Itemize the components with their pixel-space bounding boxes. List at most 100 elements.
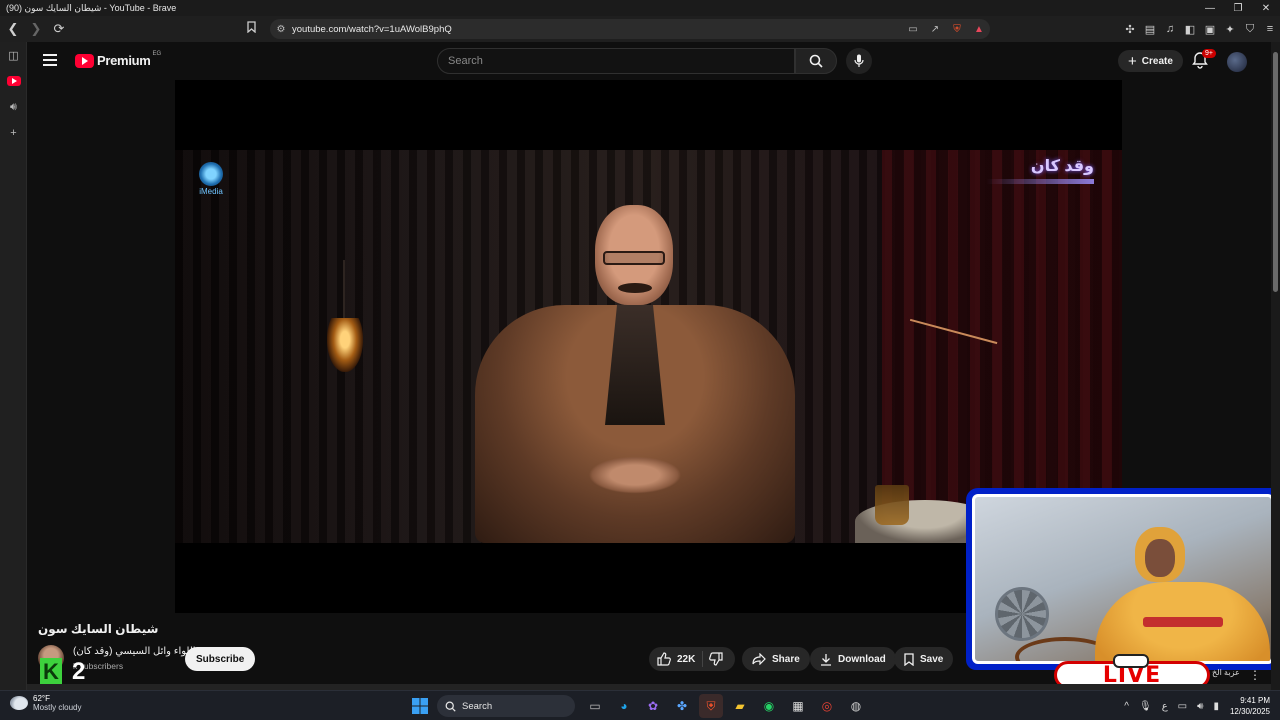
youtube-play-icon: [75, 53, 94, 68]
close-window-button[interactable]: ✕: [1252, 0, 1280, 16]
speaker-figure: [475, 205, 795, 543]
region-code: EG: [152, 50, 162, 57]
account-avatar[interactable]: [1227, 52, 1247, 72]
chrome-icon[interactable]: ◎: [815, 694, 839, 718]
browser-toolbar: ❮ ❯ ⟳ ⚙ youtube.com/watch?v=1uAWolB9phQ …: [0, 16, 1280, 42]
share-page-icon[interactable]: ↗: [924, 24, 946, 35]
window-titlebar: (90) شيطان السايك سون - YouTube - Brave …: [0, 0, 1280, 16]
media-icon[interactable]: ♫: [1160, 23, 1180, 35]
extensions-icon[interactable]: ✣: [1120, 23, 1140, 36]
like-dislike-group: 22K: [649, 647, 735, 671]
clock[interactable]: 9:41 PM 12/30/2025: [1230, 695, 1270, 717]
webcam-overlay: [966, 488, 1280, 670]
like-count: 22K: [677, 653, 696, 665]
network-icon[interactable]: ▭: [1178, 701, 1187, 712]
site-settings-icon[interactable]: ⚙: [270, 24, 292, 35]
copilot-app-icon[interactable]: ✤: [670, 694, 694, 718]
back-button[interactable]: ❮: [3, 19, 23, 39]
plus-icon: +: [1128, 52, 1137, 70]
more-options-icon[interactable]: ⋮: [1249, 668, 1261, 682]
battery-icon[interactable]: ▮: [1213, 701, 1219, 712]
search-icon: [445, 701, 456, 712]
download-button[interactable]: Download: [810, 647, 896, 671]
imedia-watermark: iMedia: [193, 162, 229, 196]
restore-button[interactable]: ❐: [1224, 0, 1252, 16]
page-scrollbar[interactable]: [1271, 42, 1280, 690]
tray-overflow-icon[interactable]: ^: [1124, 701, 1129, 712]
search-box: [437, 48, 795, 74]
forward-button[interactable]: ❯: [26, 19, 46, 39]
cast-icon[interactable]: ▭: [902, 24, 924, 35]
imedia-label: iMedia: [199, 187, 223, 196]
tray-mic-icon[interactable]: 🎙︎: [1139, 701, 1152, 712]
system-tray: ^ 🎙︎ ع ▭ 🔊︎ ▮ 9:41 PM 12/30/2025: [1119, 691, 1280, 720]
volume-icon[interactable]: 🔊︎: [1197, 701, 1203, 712]
sidebar-speaker-icon[interactable]: 🔊︎: [0, 94, 27, 120]
like-button[interactable]: 22K: [649, 651, 703, 667]
store-icon[interactable]: ▦: [786, 694, 810, 718]
url-text: youtube.com/watch?v=1uAWolB9phQ: [292, 23, 452, 35]
weather-description: Mostly cloudy: [33, 703, 82, 712]
imedia-logo-icon: [199, 162, 223, 186]
taskbar-search[interactable]: Search: [437, 695, 575, 717]
tea-cup: [875, 485, 909, 525]
brave-icon[interactable]: ⛨: [699, 694, 723, 718]
reading-list-icon[interactable]: ▤: [1140, 23, 1160, 36]
taskbar-apps: Search ▭ ◕ ✿ ✤ ⛨ ▰ ◉ ▦ ◎ ◍: [408, 694, 873, 718]
create-button[interactable]: + Create: [1118, 50, 1183, 72]
brave-shield-icon[interactable]: ⛨: [946, 24, 968, 35]
address-bar[interactable]: ⚙ youtube.com/watch?v=1uAWolB9phQ ▭ ↗ ⛨ …: [270, 19, 990, 39]
menu-hamburger-icon[interactable]: [43, 54, 57, 66]
bookmark-icon[interactable]: [247, 21, 256, 36]
lamp-stand: [343, 260, 345, 320]
menu-icon[interactable]: ≡: [1260, 23, 1280, 35]
brave-rewards-icon[interactable]: ▲: [968, 24, 990, 35]
gamepad-icon: [1113, 654, 1149, 668]
channel-name[interactable]: اللواء وائل السيسي (وقد كان): [73, 646, 196, 657]
notification-badge: 9+: [1202, 49, 1216, 58]
show-logo: وقد كان: [984, 156, 1094, 184]
dislike-button[interactable]: [703, 652, 735, 666]
youtube-logo[interactable]: Premium EG: [75, 50, 162, 68]
side-panel-text: عزبة الخ: [1212, 668, 1240, 677]
windows-taskbar: 62°F Mostly cloudy Search ▭ ◕ ✿ ✤ ⛨ ▰ ◉ …: [0, 690, 1280, 720]
edge-icon[interactable]: ◕: [612, 694, 636, 718]
minimize-button[interactable]: —: [1196, 0, 1224, 16]
reload-button[interactable]: ⟳: [49, 19, 69, 39]
sidebar-toggle-icon[interactable]: ◧: [1180, 23, 1200, 36]
streamer-figure: [1095, 527, 1270, 661]
save-bookmark-icon: [904, 652, 914, 666]
task-view-icon[interactable]: ▭: [583, 694, 607, 718]
window-title: (90) شيطان السايك سون - YouTube - Brave: [6, 2, 177, 13]
search-input[interactable]: [438, 49, 794, 73]
video-frame: iMedia وقد كان: [175, 150, 1122, 543]
subscribe-button[interactable]: Subscribe: [185, 647, 256, 671]
youtube-header: Premium EG + Create 9+: [27, 42, 1280, 80]
share-label: Share: [772, 653, 800, 665]
leo-ai-icon[interactable]: ✦: [1220, 23, 1240, 36]
create-label: Create: [1141, 55, 1173, 67]
whatsapp-icon[interactable]: ◉: [757, 694, 781, 718]
obs-icon[interactable]: ◍: [844, 694, 868, 718]
wallet-icon[interactable]: ▣: [1200, 23, 1220, 36]
windows-start-icon[interactable]: [408, 694, 432, 718]
voice-search-button[interactable]: [846, 48, 872, 74]
stream-tag-letter: K: [40, 658, 62, 686]
download-label: Download: [838, 653, 886, 665]
input-language[interactable]: ع: [1162, 701, 1168, 712]
share-button[interactable]: Share: [742, 647, 810, 671]
search-button[interactable]: [795, 48, 837, 74]
file-explorer-icon[interactable]: ▰: [728, 694, 752, 718]
cloud-icon: [10, 696, 28, 710]
sidebar-add-icon[interactable]: +: [0, 120, 27, 146]
stream-tag-number: 2: [72, 658, 86, 685]
clock-date: 12/30/2025: [1229, 707, 1270, 716]
scrollbar-thumb[interactable]: [1273, 52, 1278, 292]
vpn-icon[interactable]: ⛉: [1240, 23, 1260, 36]
sidebar-panel-icon[interactable]: ◫: [0, 42, 27, 68]
sidebar-youtube-icon[interactable]: [0, 68, 27, 94]
weather-widget[interactable]: 62°F Mostly cloudy: [10, 694, 81, 712]
download-icon: [821, 653, 831, 666]
save-button[interactable]: Save: [894, 647, 954, 671]
copilot-icon[interactable]: ✿: [641, 694, 665, 718]
